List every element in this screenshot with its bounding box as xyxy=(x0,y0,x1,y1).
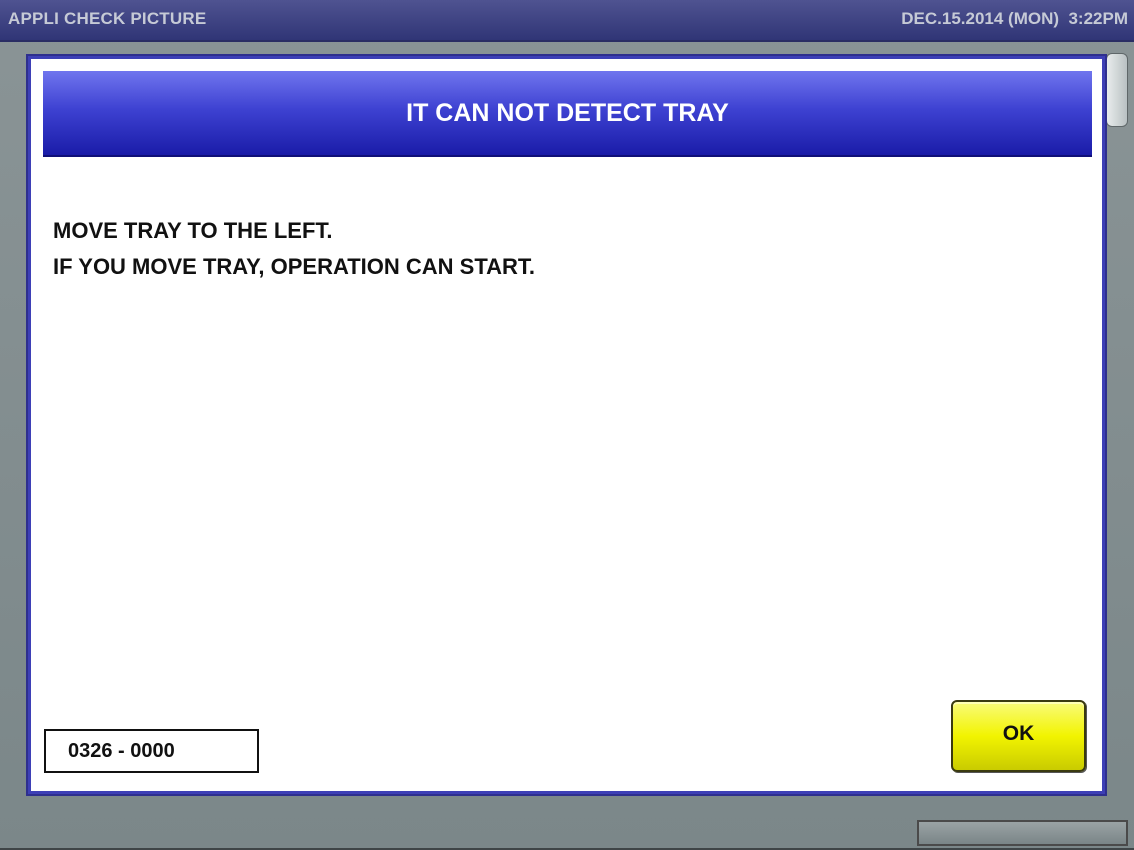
app-title: APPLI CHECK PICTURE xyxy=(8,9,207,28)
dialog-message: MOVE TRAY TO THE LEFT. IF YOU MOVE TRAY,… xyxy=(53,213,535,285)
ok-button-label: OK xyxy=(1002,722,1035,745)
ok-button[interactable]: OK xyxy=(951,700,1086,772)
title-bar: APPLI CHECK PICTURE DEC.15.2014 (MON) 3:… xyxy=(0,0,1134,42)
dialog-header: IT CAN NOT DETECT TRAY xyxy=(43,71,1092,157)
error-code-box: 0326 - 0000 xyxy=(44,729,259,773)
dialog-title: IT CAN NOT DETECT TRAY xyxy=(406,99,729,127)
message-line-2: IF YOU MOVE TRAY, OPERATION CAN START. xyxy=(53,254,536,279)
message-line-1: MOVE TRAY TO THE LEFT. xyxy=(53,218,333,243)
screen: APPLI CHECK PICTURE DEC.15.2014 (MON) 3:… xyxy=(0,0,1134,850)
error-dialog: IT CAN NOT DETECT TRAY MOVE TRAY TO THE … xyxy=(28,56,1105,794)
status-bar xyxy=(917,820,1128,846)
datetime: DEC.15.2014 (MON) 3:22PM xyxy=(901,9,1128,28)
scrollbar-thumb[interactable] xyxy=(1106,53,1128,127)
